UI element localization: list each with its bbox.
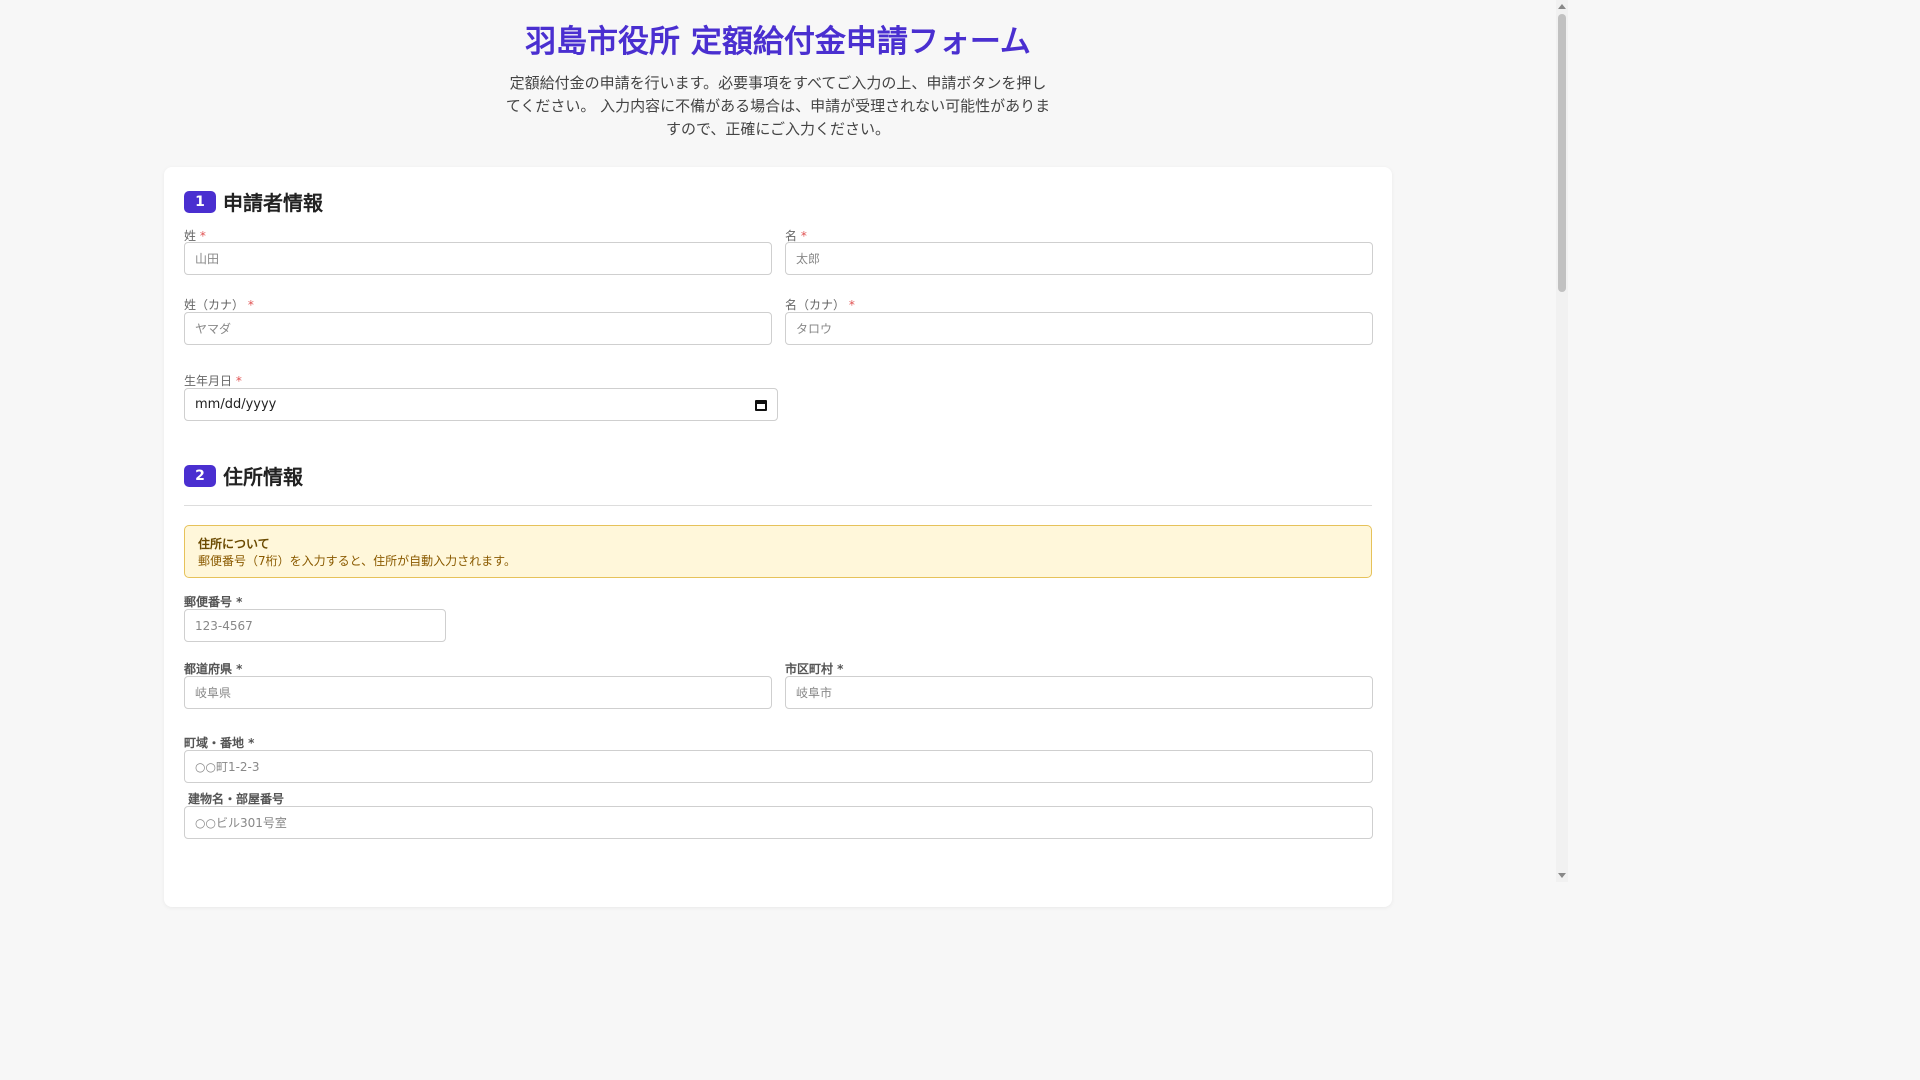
page-intro: 定額給付金の申請を行います。必要事項をすべてご入力の上、申請ボタンを押してくださ… [505,74,1051,138]
birthdate-label: 生年月日 * [184,374,242,388]
prefecture-input[interactable] [184,676,772,709]
town-label: 町域・番地 * [184,736,255,750]
scroll-up-arrow-icon[interactable] [1558,4,1566,9]
building-input[interactable] [184,806,1373,839]
birthdate-value: mm/dd/yyyy [195,397,277,412]
calendar-icon[interactable] [755,399,767,411]
first-name-input[interactable] [785,242,1373,275]
last-name-kana-input[interactable] [184,312,772,345]
scrollbar-thumb[interactable] [1558,14,1566,292]
section-divider [184,505,1372,506]
notice-title: 住所について [198,537,270,551]
last-name-input[interactable] [184,242,772,275]
form-card: 1 申請者情報 姓 * 名 * 姓（カナ） * 名（カナ） * 生年月日 * m… [164,167,1392,907]
page-title: 羽島市役所 定額給付金申請フォーム [525,24,1031,60]
section-applicant-header: 1 申請者情報 [184,187,323,216]
required-mark: * [247,298,254,312]
section-title: 住所情報 [223,465,303,489]
building-label: 建物名・部屋番号 [188,792,285,806]
birthdate-input[interactable]: mm/dd/yyyy [184,388,778,421]
first-name-kana-input[interactable] [785,312,1373,345]
section-number-badge: 2 [184,464,216,487]
first-name-kana-label: 名（カナ） * [785,298,855,312]
town-input[interactable] [184,750,1373,783]
scroll-down-arrow-icon[interactable] [1558,873,1566,878]
vertical-scrollbar[interactable] [1556,0,1568,882]
required-mark: * [199,229,206,243]
postal-code-input[interactable] [184,609,446,642]
notice-text: 郵便番号（7桁）を入力すると、住所が自動入力されます。 [198,554,516,568]
prefecture-label: 都道府県 * [184,662,243,676]
section-address-header: 2 住所情報 [184,461,303,490]
section-number-badge: 1 [184,190,216,213]
required-mark: * [800,229,807,243]
postal-code-label: 郵便番号 * [184,595,243,609]
address-notice: 住所について 郵便番号（7桁）を入力すると、住所が自動入力されます。 [184,525,1372,578]
city-label: 市区町村 * [785,662,844,676]
required-mark: * [848,298,855,312]
city-input[interactable] [785,676,1373,709]
section-title: 申請者情報 [223,191,323,215]
required-mark: * [235,374,242,388]
last-name-kana-label: 姓（カナ） * [184,298,254,312]
